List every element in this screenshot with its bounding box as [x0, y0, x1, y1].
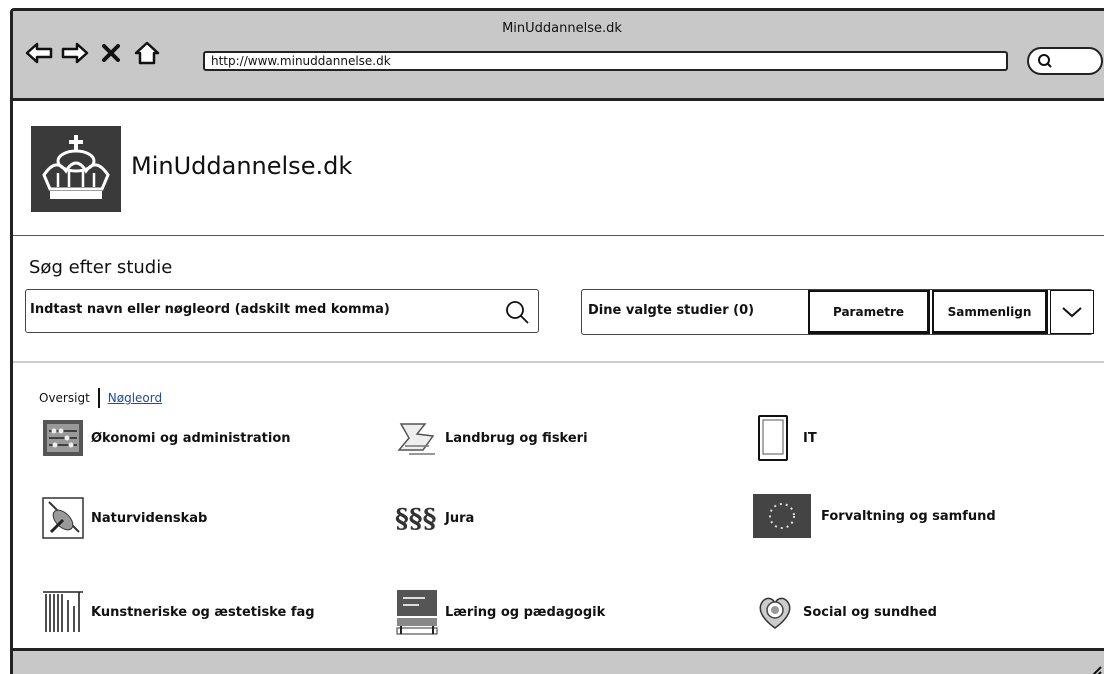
site-title: MinUddannelse.dk — [131, 152, 353, 180]
selected-studies-count: Dine valgte studier (0) — [588, 303, 755, 318]
chevron-down-icon — [1062, 307, 1082, 318]
search-icon — [1038, 54, 1052, 68]
search-icon[interactable] — [504, 299, 530, 325]
resize-grip-icon[interactable] — [1083, 661, 1103, 674]
category-label: Forvaltning og samfund — [821, 508, 996, 524]
eu-stars-icon — [753, 494, 811, 538]
category-label: Social og sundhed — [803, 604, 937, 620]
crown-logo[interactable] — [31, 126, 121, 212]
back-button[interactable] — [25, 39, 53, 67]
abacus-icon — [41, 416, 85, 460]
browser-toolbar: MinUddannelse.dk http://www.minuddannels… — [13, 11, 1104, 101]
category-economy[interactable]: Økonomi og administration — [41, 416, 291, 460]
stop-button[interactable] — [97, 39, 125, 67]
category-governance[interactable]: Forvaltning og samfund — [753, 494, 996, 538]
category-label: Læring og pædagogik — [445, 604, 606, 620]
category-label: IT — [803, 430, 817, 446]
category-label: Naturvidenskab — [91, 510, 208, 526]
category-science[interactable]: Naturvidenskab — [41, 496, 207, 540]
window-title: MinUddannelse.dk — [502, 21, 622, 36]
dropdown-button[interactable] — [1050, 290, 1094, 334]
search-heading: Søg efter studie — [29, 257, 173, 278]
paragraph-icon: §§§ — [395, 496, 439, 540]
forward-arrow-icon — [61, 42, 89, 64]
category-label: Landbrug og fiskeri — [445, 430, 588, 446]
category-education[interactable]: Læring og pædagogik — [395, 590, 606, 635]
category-law[interactable]: §§§ Jura — [395, 496, 474, 540]
heart-icon — [753, 590, 797, 634]
home-icon — [134, 41, 160, 65]
compare-button[interactable]: Sammenlign — [932, 290, 1048, 334]
category-it[interactable]: IT — [753, 415, 817, 461]
desk-icon — [395, 590, 439, 635]
svg-text:§§§: §§§ — [395, 503, 436, 534]
tab-keywords[interactable]: Nøgleord — [108, 391, 162, 405]
browser-status-bar — [13, 648, 1104, 674]
category-health[interactable]: Social og sundhed — [753, 590, 937, 634]
site-header: MinUddannelse.dk — [13, 104, 1104, 236]
tab-overview[interactable]: Oversigt — [39, 391, 90, 405]
category-label: Økonomi og administration — [91, 430, 291, 446]
forward-button[interactable] — [61, 39, 89, 67]
url-bar[interactable]: http://www.minuddannelse.dk — [203, 51, 1008, 71]
search-placeholder: Indtast navn eller nøgleord (adskilt med… — [30, 302, 390, 317]
category-overview: Oversigt Nøgleord Økonomi og administrat… — [13, 386, 1104, 651]
columns-icon — [41, 590, 85, 634]
navigation-buttons — [25, 39, 161, 67]
category-label: Kunstneriske og æstetiske fag — [91, 604, 315, 620]
science-icon — [41, 496, 85, 540]
category-agriculture[interactable]: Landbrug og fiskeri — [395, 416, 588, 460]
category-label: Jura — [445, 510, 475, 526]
parameters-button[interactable]: Parametre — [808, 290, 930, 334]
browser-window: MinUddannelse.dk http://www.minuddannels… — [10, 8, 1104, 674]
back-arrow-icon — [25, 42, 53, 64]
selected-studies-panel: Dine valgte studier (0) Parametre Sammen… — [581, 289, 1094, 335]
landscape-icon — [395, 416, 439, 460]
close-icon — [102, 44, 120, 62]
crown-icon — [42, 135, 110, 199]
tablet-icon — [753, 415, 797, 461]
category-arts[interactable]: Kunstneriske og æstetiske fag — [41, 590, 315, 634]
tab-divider — [97, 388, 100, 408]
view-tabs: Oversigt Nøgleord — [39, 388, 162, 408]
home-button[interactable] — [133, 39, 161, 67]
search-section: Søg efter studie Indtast navn eller nøgl… — [13, 237, 1104, 363]
study-search-input[interactable]: Indtast navn eller nøgleord (adskilt med… — [25, 289, 539, 333]
browser-search-field[interactable] — [1027, 47, 1103, 75]
